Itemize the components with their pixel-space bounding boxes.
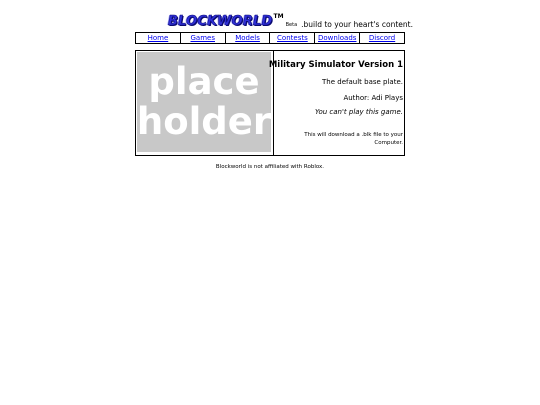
tagline: .build to your heart's content. (301, 20, 413, 29)
blockworld-logo[interactable]: BLOCKWORLD (168, 14, 273, 30)
nav-contests[interactable]: Contests (270, 33, 316, 43)
main-nav: Home Games Models Contests Downloads Dis… (135, 32, 405, 44)
game-title: Military Simulator Version 1 (268, 60, 403, 70)
play-status-note: You can't play this game. (314, 108, 403, 116)
trademark-mark: TM (273, 13, 284, 20)
game-panel: place holder Military Simulator Version … (135, 50, 405, 156)
game-description: The default base plate. (322, 78, 403, 86)
download-note: This will download a .blk file to your C… (304, 132, 403, 146)
site-header: BLOCKWORLD TM Beta .build to your heart'… (168, 8, 413, 30)
game-info: Military Simulator Version 1 The default… (269, 51, 403, 155)
placeholder-text-line2: holder (136, 100, 272, 143)
placeholder-text-line1: place (148, 60, 260, 103)
nav-discord[interactable]: Discord (360, 33, 404, 43)
nav-downloads[interactable]: Downloads (315, 33, 361, 43)
nav-home[interactable]: Home (136, 33, 181, 43)
nav-games[interactable]: Games (181, 33, 226, 43)
footer-disclaimer: Blockworld is not affiliated with Roblox… (215, 164, 325, 170)
game-thumbnail-placeholder[interactable]: place holder (137, 52, 271, 152)
beta-label: Beta (285, 22, 298, 28)
game-author: Author: Adi Plays (343, 94, 403, 102)
nav-models[interactable]: Models (226, 33, 271, 43)
